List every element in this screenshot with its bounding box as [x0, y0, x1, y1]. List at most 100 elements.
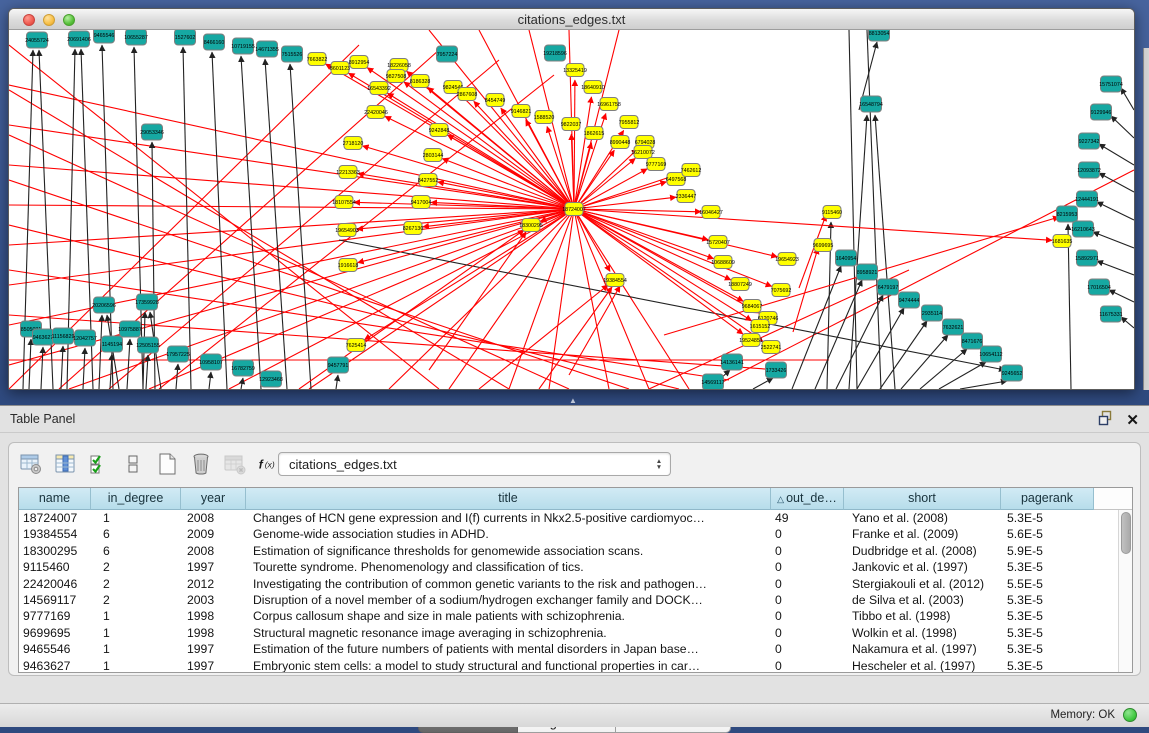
graph-node-teal[interactable]: 12042757	[73, 330, 97, 346]
splitter-handle[interactable]: ▲	[569, 396, 577, 405]
graph-node-yellow[interactable]: 8186328	[410, 75, 431, 88]
graph-node-teal[interactable]: 7632621	[943, 319, 964, 335]
memory-status-indicator[interactable]	[1123, 708, 1137, 722]
graph-node-yellow[interactable]: 8454749	[485, 94, 506, 107]
table-row[interactable]: 946362711997Embryonic stem cells: a mode…	[19, 658, 1132, 673]
close-icon[interactable]: ✕	[1126, 413, 1139, 429]
graph-node-yellow[interactable]: 9242848	[429, 124, 450, 137]
checklist-icon[interactable]	[87, 452, 111, 476]
graph-node-teal[interactable]: 12093872	[1077, 162, 1101, 178]
graph-node-teal[interactable]: 1145194	[102, 336, 123, 352]
table-row[interactable]: 911546021997Tourette syndrome. Phenomeno…	[19, 559, 1132, 575]
column-header-out-de-[interactable]: △out_de…	[771, 488, 844, 510]
graph-node-yellow[interactable]: 9146821	[511, 105, 532, 118]
graph-node-yellow[interactable]: 7075692	[771, 284, 792, 297]
graph-node-yellow[interactable]: 1916618	[338, 259, 359, 272]
column-header-short[interactable]: short	[844, 488, 1001, 510]
network-canvas[interactable]: 1872400724055724206914069465546106552871…	[9, 30, 1134, 389]
graph-node-yellow[interactable]: 9777169	[646, 158, 667, 171]
graph-node-yellow[interactable]: 16543392	[367, 82, 391, 95]
graph-node-teal[interactable]: 24055724	[25, 32, 49, 48]
graph-node-teal[interactable]: 9465546	[94, 30, 115, 43]
graph-node-teal[interactable]: 10975887	[118, 321, 142, 337]
graph-node-teal[interactable]: 9129946	[1091, 104, 1112, 120]
graph-node-yellow[interactable]: 18640910	[581, 81, 605, 94]
graph-node-yellow[interactable]: 9822037	[561, 118, 582, 131]
graph-node-teal[interactable]: 12444191	[1075, 191, 1099, 207]
graph-node-teal[interactable]: 15892971	[1075, 250, 1099, 266]
table-row[interactable]: 2242004622012Investigating the contribut…	[19, 576, 1132, 592]
graph-node-teal[interactable]: 7957224	[437, 46, 458, 62]
graph-node-yellow[interactable]: 18724007	[562, 203, 586, 216]
graph-node-teal[interactable]: 17957225	[166, 346, 190, 362]
graph-node-teal[interactable]: 12505155	[136, 337, 160, 353]
graph-node-teal[interactable]: 10655287	[124, 30, 148, 45]
graph-node-yellow[interactable]: 9417004	[411, 196, 432, 209]
column-header-year[interactable]: year	[181, 488, 246, 510]
graph-node-yellow[interactable]: 8912954	[349, 56, 370, 69]
graph-node-teal[interactable]: 9245652	[1002, 365, 1023, 381]
new-file-icon[interactable]	[155, 452, 179, 476]
graph-node-teal[interactable]: 17016504	[1087, 279, 1111, 295]
graph-node-yellow[interactable]: 9684067	[742, 300, 763, 313]
graph-node-yellow[interactable]: 22420046	[364, 106, 388, 119]
graph-node-teal[interactable]: 10958107	[199, 354, 223, 370]
graph-node-yellow[interactable]: 8990448	[610, 136, 631, 149]
graph-node-yellow[interactable]: 16961758	[597, 98, 621, 111]
graph-node-yellow[interactable]: 13325419	[563, 64, 587, 77]
graph-node-teal[interactable]: 16210643	[1071, 221, 1095, 237]
graph-node-teal[interactable]: 16548794	[859, 96, 883, 112]
graph-node-teal[interactable]: 7515526	[282, 46, 303, 62]
table-gear-icon[interactable]	[19, 452, 43, 476]
graph-node-yellow[interactable]: 8427552	[418, 174, 439, 187]
table-row[interactable]: 1830029562008Estimation of significance …	[19, 543, 1132, 559]
graph-node-yellow[interactable]: 19654903	[335, 224, 359, 237]
column-header-pagerank[interactable]: pagerank	[1001, 488, 1094, 510]
graph-node-teal[interactable]: 8466160	[204, 34, 225, 50]
graph-node-teal[interactable]: 8813054	[869, 30, 890, 41]
graph-node-teal[interactable]: 14569117	[701, 374, 724, 389]
graph-node-yellow[interactable]: 9699695	[813, 239, 834, 252]
graph-node-yellow[interactable]: 2867608	[457, 88, 478, 101]
graph-node-yellow[interactable]: 19384554	[603, 274, 627, 287]
graph-node-yellow[interactable]: 10688609	[711, 256, 735, 269]
graph-node-teal[interactable]: 11156829	[52, 328, 75, 344]
graph-node-teal[interactable]: 2935114	[922, 305, 943, 321]
graph-node-yellow[interactable]: 8267130	[403, 222, 424, 235]
graph-node-teal[interactable]: 12923468	[259, 371, 283, 387]
table-selector-dropdown[interactable]: citations_edges.txt ▲▼	[278, 452, 671, 476]
graph-node-teal[interactable]: 19218596	[543, 45, 567, 61]
graph-node-yellow[interactable]: 9115460	[822, 206, 842, 219]
graph-node-yellow[interactable]: 1615152	[750, 320, 771, 333]
graph-node-yellow[interactable]: 19654923	[775, 253, 799, 266]
column-header-title[interactable]: title	[246, 488, 771, 510]
table-row[interactable]: 977716911998Corpus callosum shape and si…	[19, 608, 1132, 624]
graph-node-yellow[interactable]: 7462612	[681, 164, 702, 177]
table-column-icon[interactable]	[53, 452, 77, 476]
column-header-name[interactable]: name	[19, 488, 91, 510]
graph-node-yellow[interactable]: 9827508	[386, 70, 407, 83]
float-window-icon[interactable]	[1098, 410, 1114, 431]
graph-node-yellow[interactable]: 7955812	[619, 116, 640, 129]
graph-node-teal[interactable]: 10719155	[231, 38, 255, 54]
graph-node-yellow[interactable]: 16046427	[699, 206, 723, 219]
graph-node-teal[interactable]: 8958921	[857, 264, 878, 280]
graph-node-teal[interactable]: 8471676	[962, 333, 983, 349]
graph-node-yellow[interactable]: 16210072	[631, 146, 655, 159]
graph-node-teal[interactable]: 9474444	[899, 292, 920, 308]
graph-node-yellow[interactable]: 2336447	[676, 190, 697, 203]
table-row[interactable]: 969969511998Structural magnetic resonanc…	[19, 625, 1132, 641]
graph-node-yellow[interactable]: 12213363	[336, 166, 360, 179]
window-titlebar[interactable]: citations_edges.txt	[9, 9, 1134, 30]
graph-node-teal[interactable]: 1640954	[836, 250, 857, 266]
graph-node-yellow[interactable]: 7625414	[346, 339, 367, 352]
table-row[interactable]: 946554611997Estimation of the future num…	[19, 641, 1132, 657]
graph-node-teal[interactable]: 8215953	[1057, 206, 1078, 222]
graph-node-yellow[interactable]: 18807249	[728, 278, 752, 291]
vertical-scrollbar[interactable]	[1118, 510, 1132, 672]
graph-node-teal[interactable]: 14671355	[255, 41, 279, 57]
graph-node-teal[interactable]: 20206596	[92, 297, 116, 313]
table-row[interactable]: 1938455462009Genome-wide association stu…	[19, 526, 1132, 542]
graph-node-yellow[interactable]: 2522741	[761, 341, 782, 354]
graph-node-yellow[interactable]: 1588520	[534, 111, 555, 124]
